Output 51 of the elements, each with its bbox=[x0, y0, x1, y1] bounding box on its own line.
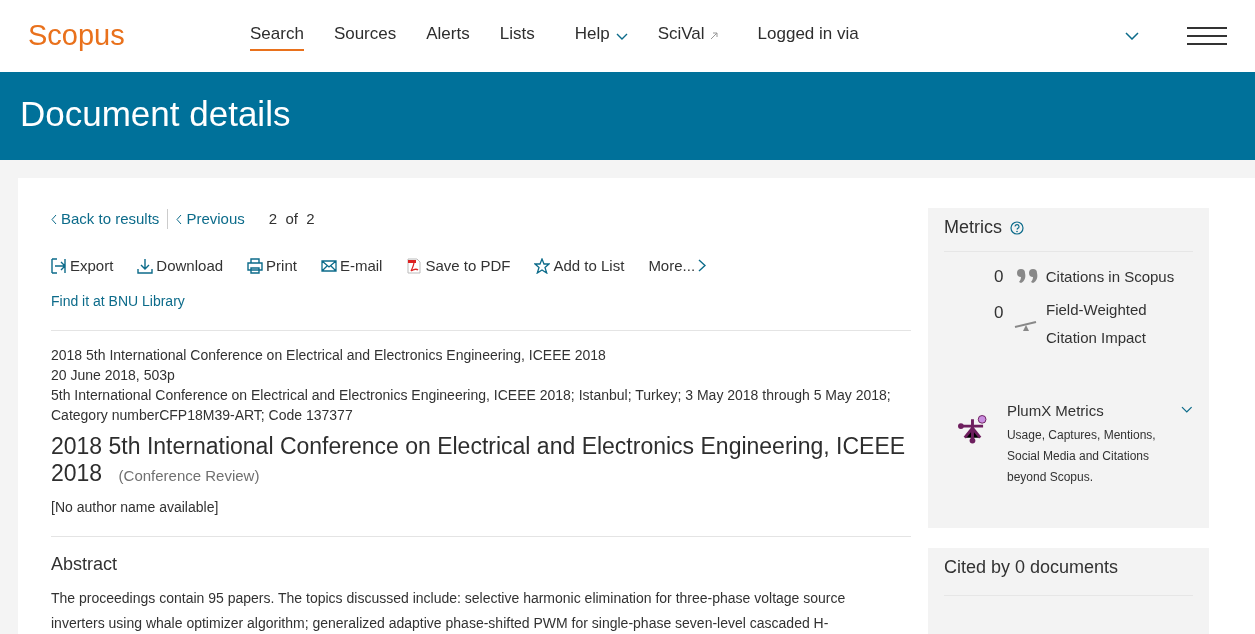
pdf-file-icon bbox=[406, 257, 423, 274]
external-arrow-icon bbox=[709, 32, 718, 40]
nav-link[interactable]: Sources bbox=[333, 20, 397, 52]
metric-value: 0 bbox=[994, 266, 1005, 288]
help-icon[interactable] bbox=[1010, 220, 1024, 235]
chevron-left-icon bbox=[51, 213, 57, 225]
section-heading: Abstract bbox=[51, 553, 119, 576]
printer-icon bbox=[247, 257, 264, 274]
panel-heading: Cited by 0 documents bbox=[944, 554, 1193, 596]
plumx-title[interactable]: PlumX Metrics bbox=[1006, 399, 1162, 422]
page-title: Document details bbox=[20, 94, 291, 133]
toolbar-link[interactable]: Save to PDF bbox=[406, 254, 511, 277]
metric-label: Citations in Scopus bbox=[1045, 267, 1176, 287]
nav-link[interactable]: SciVal bbox=[657, 20, 705, 52]
envelope-icon bbox=[320, 257, 337, 274]
chevron-right-icon bbox=[698, 259, 707, 273]
export-icon bbox=[51, 257, 67, 274]
toolbar-link[interactable]: Print bbox=[247, 254, 297, 277]
panel-heading: Metrics bbox=[944, 216, 1002, 239]
previous-link[interactable]: Previous bbox=[176, 208, 245, 231]
toolbar-link[interactable]: Download bbox=[137, 254, 224, 277]
download-icon bbox=[137, 257, 154, 274]
toolbar-link[interactable]: Export bbox=[51, 254, 114, 277]
library-link[interactable]: Find it at BNU Library bbox=[51, 293, 185, 309]
nav-link[interactable]: Alerts bbox=[426, 20, 470, 52]
chevron-left-icon bbox=[176, 213, 183, 225]
toolbar-link[interactable]: E-mail bbox=[320, 254, 383, 277]
metric-value: 0 bbox=[994, 301, 1005, 324]
chevron-down-icon[interactable] bbox=[615, 32, 628, 40]
document-title: 2018 5th International Conference on Electrical and Electronics Engineering, ICEEE 2018 (Conference Review) bbox=[51, 433, 907, 488]
author-text: [No author name available] bbox=[51, 498, 220, 517]
source-text: 20 June 2018, 503p bbox=[51, 366, 176, 385]
nav-link[interactable]: Help bbox=[574, 20, 610, 52]
plumx-description: Usage, Captures, Mentions, Social Media and Citations beyond Scopus. bbox=[1006, 427, 1157, 486]
toolbar-link[interactable]: Add to List bbox=[534, 254, 625, 277]
star-icon bbox=[534, 257, 551, 274]
back-link[interactable]: Back to results bbox=[51, 208, 160, 231]
nav-link[interactable]: Search bbox=[250, 20, 304, 52]
metric-label: Field-Weighted Citation Impact bbox=[1046, 299, 1148, 348]
balance-icon bbox=[1014, 319, 1038, 332]
abstract-text: The proceedings contain 95 papers. The topics discussed include: selective harmonic elimination for three-phase voltage source inverters using whale optimizer algorithm; generalized adaptive phase-shifted PWM for single-phase seven-level cascaded H- bbox=[51, 589, 847, 633]
asterisk-logo-icon bbox=[958, 413, 987, 444]
source-text: 2018 5th International Conference on Electrical and Electronics Engineering, ICEEE 2018 bbox=[51, 346, 607, 365]
nav-link[interactable]: Lists bbox=[499, 20, 535, 52]
chevron-down-icon[interactable] bbox=[1125, 32, 1139, 40]
menu-icon[interactable] bbox=[1187, 27, 1227, 45]
page-counter: 2 of 2 bbox=[268, 209, 315, 229]
nav-link[interactable]: Logged in via bbox=[757, 20, 859, 52]
source-text: 5th International Conference on Electrical and Electronics Engineering, ICEEE 2018; Istanbul; Turkey; 3 May 2018 through 5 May 2018; Category numberCFP18M39-ART; Code 137377 bbox=[51, 386, 892, 425]
chevron-down-icon[interactable] bbox=[1181, 405, 1193, 413]
toolbar-link[interactable]: More... bbox=[648, 254, 707, 277]
